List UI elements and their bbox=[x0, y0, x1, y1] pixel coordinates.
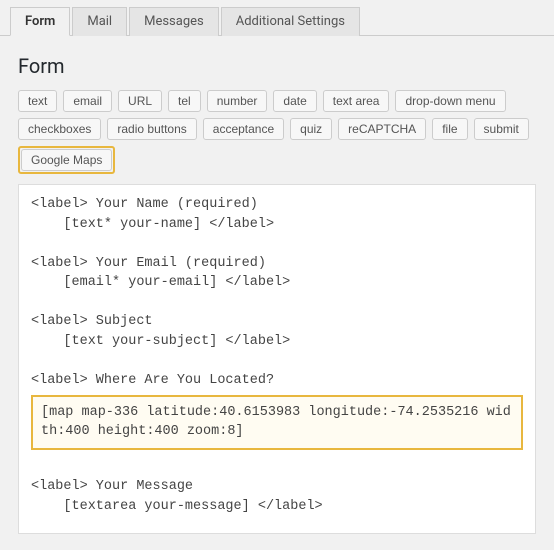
tag-acceptance-button[interactable]: acceptance bbox=[203, 118, 284, 140]
tag-url-button[interactable]: URL bbox=[118, 90, 162, 112]
tag-radio-button[interactable]: radio buttons bbox=[107, 118, 196, 140]
tag-text-button[interactable]: text bbox=[18, 90, 57, 112]
tab-form[interactable]: Form bbox=[10, 7, 70, 36]
code-part1: <label> Your Name (required) [text* your… bbox=[31, 197, 290, 388]
tag-email-button[interactable]: email bbox=[63, 90, 112, 112]
code-part2: <label> Your Message [textarea your-mess… bbox=[31, 479, 323, 534]
tab-additional-settings[interactable]: Additional Settings bbox=[221, 7, 360, 36]
tag-file-button[interactable]: file bbox=[432, 118, 467, 140]
tab-messages[interactable]: Messages bbox=[129, 7, 219, 36]
google-maps-highlight: Google Maps bbox=[18, 146, 115, 174]
form-panel: Form text email URL tel number date text… bbox=[0, 36, 554, 544]
tag-recaptcha-button[interactable]: reCAPTCHA bbox=[338, 118, 426, 140]
tag-checkboxes-button[interactable]: checkboxes bbox=[18, 118, 101, 140]
tag-number-button[interactable]: number bbox=[207, 90, 268, 112]
tab-bar: Form Mail Messages Additional Settings bbox=[0, 6, 554, 36]
form-template-textarea[interactable]: <label> Your Name (required) [text* your… bbox=[18, 184, 536, 534]
tag-googlemaps-button[interactable]: Google Maps bbox=[21, 149, 112, 171]
code-map-shortcode-highlight: [map map-336 latitude:40.6153983 longitu… bbox=[31, 395, 523, 450]
tag-submit-button[interactable]: submit bbox=[474, 118, 529, 140]
tag-generator-buttons: text email URL tel number date text area… bbox=[18, 90, 536, 174]
tag-tel-button[interactable]: tel bbox=[168, 90, 201, 112]
panel-heading: Form bbox=[18, 54, 536, 78]
tag-date-button[interactable]: date bbox=[273, 90, 316, 112]
tab-mail[interactable]: Mail bbox=[72, 7, 127, 36]
tag-dropdown-button[interactable]: drop-down menu bbox=[395, 90, 505, 112]
tag-textarea-button[interactable]: text area bbox=[323, 90, 390, 112]
tag-quiz-button[interactable]: quiz bbox=[290, 118, 332, 140]
